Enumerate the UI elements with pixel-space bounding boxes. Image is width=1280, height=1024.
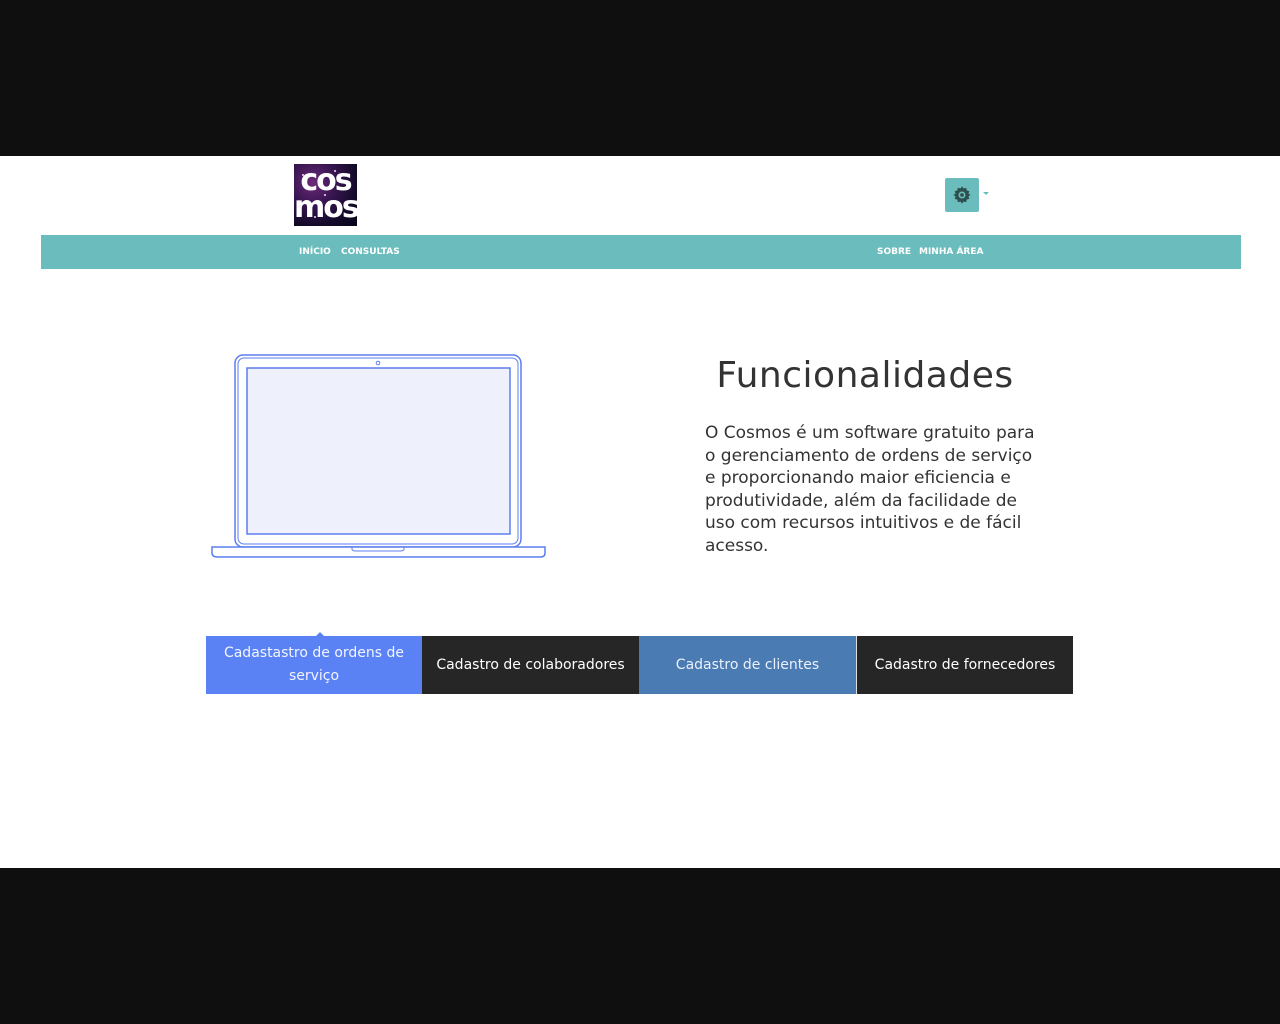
settings-button[interactable] bbox=[945, 178, 979, 212]
nav-sobre[interactable]: SOBRE bbox=[877, 235, 911, 269]
tab-clientes[interactable]: Cadastro de clientes bbox=[639, 636, 856, 694]
gear-icon bbox=[953, 186, 971, 204]
nav-inicio[interactable]: INÍCIO bbox=[299, 235, 331, 269]
feature-tabs: Cadastastro de ordens de serviço Cadastr… bbox=[206, 632, 1073, 694]
chevron-down-icon[interactable] bbox=[983, 192, 989, 195]
hero-description: O Cosmos é um software gratuito para o g… bbox=[705, 423, 1035, 556]
main-navbar: INÍCIO CONSULTAS SOBRE MINHA ÁREA bbox=[41, 235, 1241, 269]
tab-fornecedores[interactable]: Cadastro de fornecedores bbox=[856, 636, 1073, 694]
cosmos-logo[interactable]: cos mos bbox=[294, 164, 357, 226]
letterbox-bottom bbox=[0, 868, 1280, 1024]
letterbox-top bbox=[0, 0, 1280, 156]
logo-text-line2: mos bbox=[294, 190, 357, 225]
page: cos mos INÍCIO CONSULTAS SOBRE MINHA ÁRE… bbox=[0, 156, 1280, 868]
nav-minha-area[interactable]: MINHA ÁREA bbox=[919, 235, 983, 269]
tab-colaboradores[interactable]: Cadastro de colaboradores bbox=[422, 636, 639, 694]
tab-ordens-de-servico[interactable]: Cadastastro de ordens de serviço bbox=[206, 636, 422, 694]
laptop-illustration bbox=[211, 354, 546, 558]
nav-consultas[interactable]: CONSULTAS bbox=[341, 235, 400, 269]
page-title: Funcionalidades bbox=[716, 355, 1014, 396]
